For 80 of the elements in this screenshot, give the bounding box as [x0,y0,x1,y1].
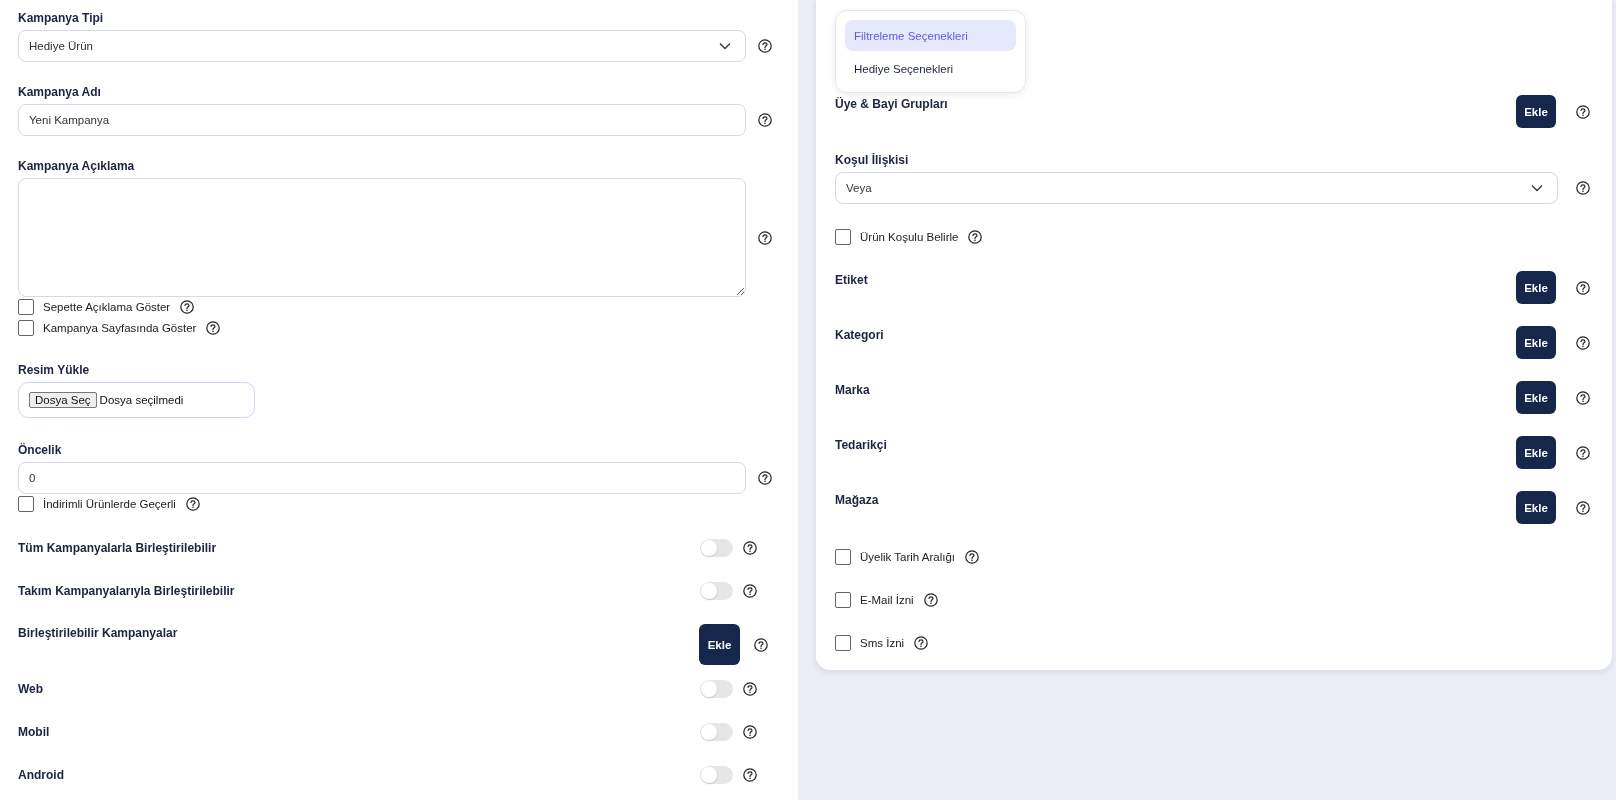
help-icon[interactable] [743,768,757,782]
toggle-switch[interactable] [700,723,733,741]
help-icon[interactable] [1576,335,1590,350]
checkbox[interactable] [18,496,34,512]
choose-file-button[interactable]: Dosya Seç [29,392,97,408]
help-icon[interactable] [743,725,757,739]
help-icon[interactable] [965,550,980,564]
help-icon[interactable] [1576,500,1590,515]
checkbox-label: Sms İzni [860,637,905,649]
chevron-down-icon [1531,184,1543,192]
toggle-label: Mobil [18,725,51,739]
checkbox[interactable] [835,635,851,651]
checkbox-label: Ürün Koşulu Belirle [860,231,959,243]
field-label: Etiket [835,272,869,287]
add-button[interactable]: Ekle [1516,381,1556,414]
add-button[interactable]: Ekle [1516,95,1556,128]
help-icon[interactable] [185,497,200,511]
help-icon[interactable] [1576,445,1590,460]
checkbox-label: E-Mail İzni [860,594,914,606]
field-label: Tedarikçi [835,437,888,452]
field-label: Kampanya Adı [18,85,102,99]
help-icon[interactable] [754,637,768,652]
help-icon[interactable] [180,300,195,314]
help-icon[interactable] [743,541,757,555]
help-icon[interactable] [206,321,221,335]
field-label: Marka [835,382,871,397]
toggle-switch[interactable] [700,766,733,784]
toggle-switch[interactable] [700,680,733,698]
chevron-down-icon [719,42,731,50]
add-button[interactable]: Ekle [1516,271,1556,304]
field-label: Öncelik [18,443,63,457]
toggle-label: Web [18,682,45,696]
checkbox[interactable] [18,299,34,315]
toggle-label: Android [18,768,65,782]
select-field[interactable]: Hediye Ürün [18,30,746,62]
checkbox[interactable] [18,320,34,336]
field-label: Kampanya Tipi [18,11,105,25]
checkbox-label: Kampanya Sayfasında Göster [43,322,197,334]
field-label: Birleştirilebilir Kampanyalar [18,625,179,640]
toggle-label: Tüm Kampanyalarla Birleştirilebilir [18,541,218,555]
input-field[interactable]: Yeni Kampanya [18,104,746,136]
field-label: Kategori [835,327,885,342]
help-icon[interactable] [1576,390,1590,405]
menu-item[interactable]: Filtreleme Seçenekleri [845,20,1016,51]
file-status: Dosya seçilmedi [99,394,184,406]
help-icon[interactable] [914,636,929,650]
field-label: Mağaza [835,492,880,507]
help-icon[interactable] [758,113,772,127]
checkbox-label: İndirimli Ürünlerde Geçerli [43,498,176,510]
help-icon[interactable] [968,230,983,244]
help-icon[interactable] [758,471,772,485]
help-icon[interactable] [758,230,772,245]
help-icon[interactable] [743,682,757,696]
toggle-switch[interactable] [700,539,733,557]
file-input[interactable]: Dosya Seç Dosya seçilmedi [18,382,255,418]
add-button[interactable]: Ekle [699,624,740,665]
toggle-label: Takım Kampanyalarıyla Birleştirilebilir [18,584,236,598]
add-button[interactable]: Ekle [1516,326,1556,359]
field-label: Kampanya Açıklama [18,159,136,173]
checkbox-label: Üyelik Tarih Aralığı [860,551,956,563]
textarea-field[interactable] [18,178,746,297]
select-field[interactable]: Veya [835,172,1558,204]
help-icon[interactable] [1576,104,1590,119]
checkbox[interactable] [835,549,851,565]
checkbox[interactable] [835,592,851,608]
menu-item[interactable]: Hediye Seçenekleri [845,53,1016,84]
field-label: Koşul İlişkisi [835,153,910,167]
help-icon[interactable] [1576,181,1590,195]
input-field[interactable]: 0 [18,462,746,494]
checkbox[interactable] [835,229,851,245]
field-label: Resim Yükle [18,363,91,377]
toggle-switch[interactable] [700,582,733,600]
help-icon[interactable] [1576,280,1590,295]
checkbox-label: Sepette Açıklama Göster [43,301,171,313]
help-icon[interactable] [743,584,757,598]
add-button[interactable]: Ekle [1516,436,1556,469]
help-icon[interactable] [758,39,772,53]
field-label: Üye & Bayi Grupları [835,96,949,111]
add-button[interactable]: Ekle [1516,491,1556,524]
help-icon[interactable] [923,593,938,607]
